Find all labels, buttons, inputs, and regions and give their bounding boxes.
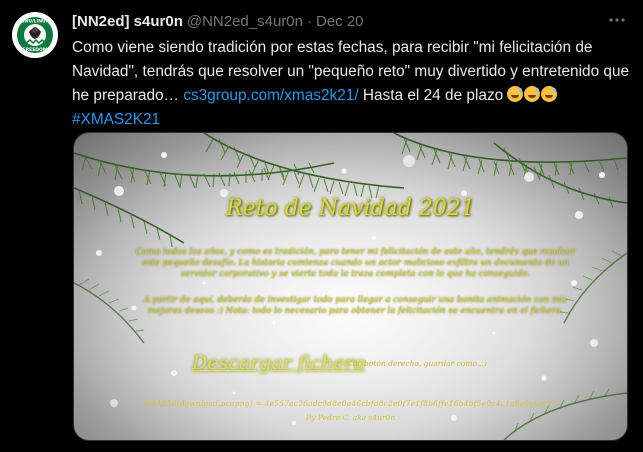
user-handle[interactable]: @NN2ed_s4ur0n xyxy=(187,13,303,30)
grinning-sweat-emoji-icon xyxy=(507,86,524,102)
sha256-hash-text: SHA256(download.pcapng) = 4e557ac26adc9d… xyxy=(143,399,558,408)
more-dots xyxy=(609,18,625,22)
download-note: (Clic botón derecho, guardar como...) xyxy=(344,359,487,368)
tweet-link[interactable]: cs3group.com/xmas2k21/ xyxy=(183,87,358,104)
tweet-date[interactable]: Dec 20 xyxy=(316,13,364,30)
avatar[interactable]: GNU/LINUX FREEDOM xyxy=(12,12,58,58)
card-intro-text: Como todos los años, y como es tradición… xyxy=(135,247,576,279)
tweet-header: [NN2ed] s4ur0n @NN2ed_s4ur0n · Dec 20 xyxy=(72,10,629,32)
card-title: Reto de Navidad 2021 xyxy=(226,196,475,221)
separator-dot: · xyxy=(307,12,312,30)
download-file-link[interactable]: Descargar fichero xyxy=(192,352,365,374)
tweet-body-after-link: Hasta el 24 de plazo xyxy=(358,87,508,104)
hashtag-link[interactable]: #XMAS2K21 xyxy=(72,111,160,128)
card-instructions-text: A partir de aquí, deberás de investigar … xyxy=(143,295,568,316)
grinning-sweat-emoji-icon xyxy=(524,86,541,102)
gnu-linux-freedom-logo: GNU/LINUX FREEDOM xyxy=(12,12,58,58)
more-horizontal-icon[interactable] xyxy=(605,8,629,32)
pine-branches-background xyxy=(74,133,627,440)
tweet-text: Como viene siendo tradición por estas fe… xyxy=(72,36,632,132)
grinning-sweat-emoji-icon xyxy=(541,86,558,102)
author-byline: By Pedro C. aka s4ur0n xyxy=(305,413,396,422)
svg-text:FREEDOM: FREEDOM xyxy=(23,47,48,53)
display-name[interactable]: [NN2ed] s4ur0n xyxy=(72,13,183,30)
tweet-media-card[interactable]: Reto de Navidad 2021 Como todos los años… xyxy=(73,132,628,441)
svg-text:GNU/LINUX: GNU/LINUX xyxy=(21,19,50,25)
